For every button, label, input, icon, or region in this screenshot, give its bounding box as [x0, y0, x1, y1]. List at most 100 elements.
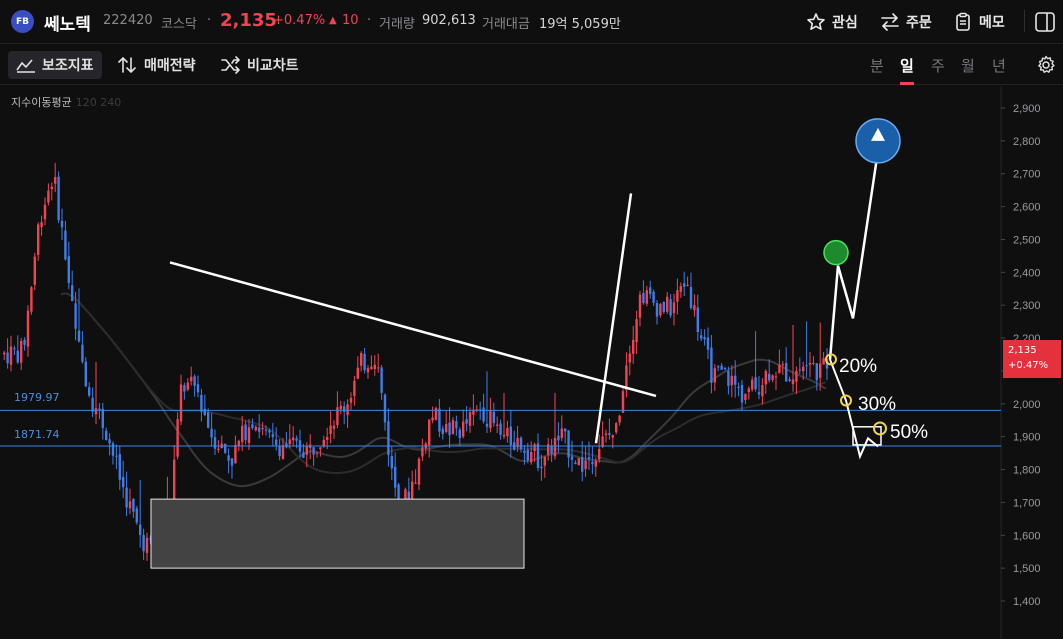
candle-body	[67, 256, 70, 283]
candle-body	[723, 367, 727, 370]
candle-body	[370, 366, 373, 370]
candlestick-chart[interactable]: 2,9002,8002,7002,6002,5002,4002,3002,200…	[0, 86, 1063, 639]
candle-body	[683, 283, 686, 287]
period-year[interactable]: 년	[992, 55, 1006, 76]
side-panel-toggle-button[interactable]	[1033, 10, 1057, 34]
candle-body	[118, 453, 121, 480]
candle-body	[91, 397, 94, 412]
y-tick-label: 2,900	[1013, 103, 1041, 115]
candle-body	[587, 457, 591, 459]
candle-body	[713, 368, 716, 383]
shuffle-icon	[221, 56, 240, 74]
candle-body	[570, 456, 574, 460]
current-price-tag: 2,135 +0.47%	[1003, 340, 1061, 378]
candle-body	[383, 394, 387, 423]
period-day[interactable]: 일	[900, 55, 914, 76]
indicator-legend[interactable]: 지수이동평균 120 240	[11, 94, 121, 110]
stock-code: 222420	[103, 13, 153, 28]
candle-body	[71, 285, 74, 301]
candle-body	[40, 222, 43, 228]
compare-button[interactable]: 비교차트	[213, 51, 307, 79]
annotation-30pct: 30%	[858, 394, 897, 415]
candle-body	[822, 358, 825, 365]
candle-body	[105, 430, 108, 441]
candle-body	[604, 433, 608, 435]
candle-body	[77, 330, 81, 342]
candle-body	[618, 415, 621, 423]
candle-body	[305, 446, 308, 455]
candle-body	[271, 434, 274, 438]
candle-body	[727, 370, 730, 386]
candle-body	[703, 337, 706, 340]
candle-body	[13, 348, 16, 350]
candle-body	[737, 386, 740, 388]
candle-body	[387, 421, 390, 456]
strategy-button[interactable]: 매매전략	[110, 51, 204, 79]
candle-body	[686, 285, 689, 287]
candle-body	[492, 411, 495, 423]
candle-body	[122, 476, 125, 488]
candle-body	[196, 384, 200, 393]
candle-body	[101, 408, 104, 428]
amount-value: 19억 5,059만	[539, 17, 621, 32]
price-chart[interactable]: 2,9002,8002,7002,6002,5002,4002,3002,200…	[0, 86, 1063, 639]
candle-body	[23, 339, 26, 345]
candle-body	[339, 405, 342, 410]
candle-body	[536, 443, 540, 468]
candle-body	[720, 365, 723, 370]
candle-body	[47, 190, 50, 203]
candle-body	[540, 466, 543, 469]
candle-body	[394, 466, 397, 488]
indicators-label: 보조지표	[42, 58, 94, 74]
candle-body	[319, 447, 322, 450]
candle-body	[458, 429, 461, 439]
memo-button[interactable]: 메모	[953, 9, 1005, 35]
candle-body	[465, 419, 468, 424]
period-minute[interactable]: 분	[870, 55, 884, 76]
candle-body	[530, 451, 533, 463]
candle-body	[598, 448, 601, 460]
candle-body	[666, 296, 669, 312]
period-month[interactable]: 월	[961, 55, 975, 76]
order-button[interactable]: 주문	[880, 9, 932, 35]
candle-body	[380, 367, 383, 393]
candle-body	[363, 353, 366, 371]
candle-body	[179, 384, 183, 422]
candle-body	[455, 421, 458, 429]
candle-body	[390, 456, 393, 469]
candle-body	[16, 350, 19, 363]
period-week[interactable]: 주	[931, 55, 945, 76]
candle-body	[567, 430, 570, 458]
chart-settings-button[interactable]	[1036, 55, 1056, 75]
annotation-20pct: 20%	[839, 356, 878, 377]
candle-body	[553, 438, 557, 457]
candle-body	[819, 363, 822, 378]
candle-body	[672, 302, 676, 314]
indicator-periods: 120 240	[75, 96, 122, 109]
candle-body	[594, 460, 597, 467]
candle-body	[621, 391, 625, 413]
candle-body	[781, 364, 784, 366]
candle-body	[9, 346, 13, 365]
candle-body	[353, 380, 356, 396]
candle-body	[261, 427, 264, 430]
candle-body	[230, 458, 234, 466]
candle-body	[258, 427, 261, 432]
candle-body	[217, 448, 220, 450]
candle-body	[20, 341, 23, 363]
candle-body	[377, 367, 380, 369]
indicator-name: 지수이동평균	[11, 96, 72, 109]
candle-body	[659, 304, 662, 316]
top-bar: FB 쎄노텍 222420 코스닥 · 2,135 +0.47% ▲ 10 · …	[0, 0, 1063, 44]
candle-body	[700, 335, 703, 339]
candle-body	[366, 367, 370, 373]
candle-body	[744, 393, 747, 401]
watch-button[interactable]: 관심	[806, 9, 858, 35]
indicators-button[interactable]: 보조지표	[8, 51, 102, 79]
candle-body	[761, 385, 764, 397]
candle-body	[778, 364, 781, 374]
candle-body	[84, 361, 87, 387]
candle-body	[791, 379, 795, 385]
candle-body	[108, 439, 111, 444]
candle-body	[519, 437, 523, 450]
